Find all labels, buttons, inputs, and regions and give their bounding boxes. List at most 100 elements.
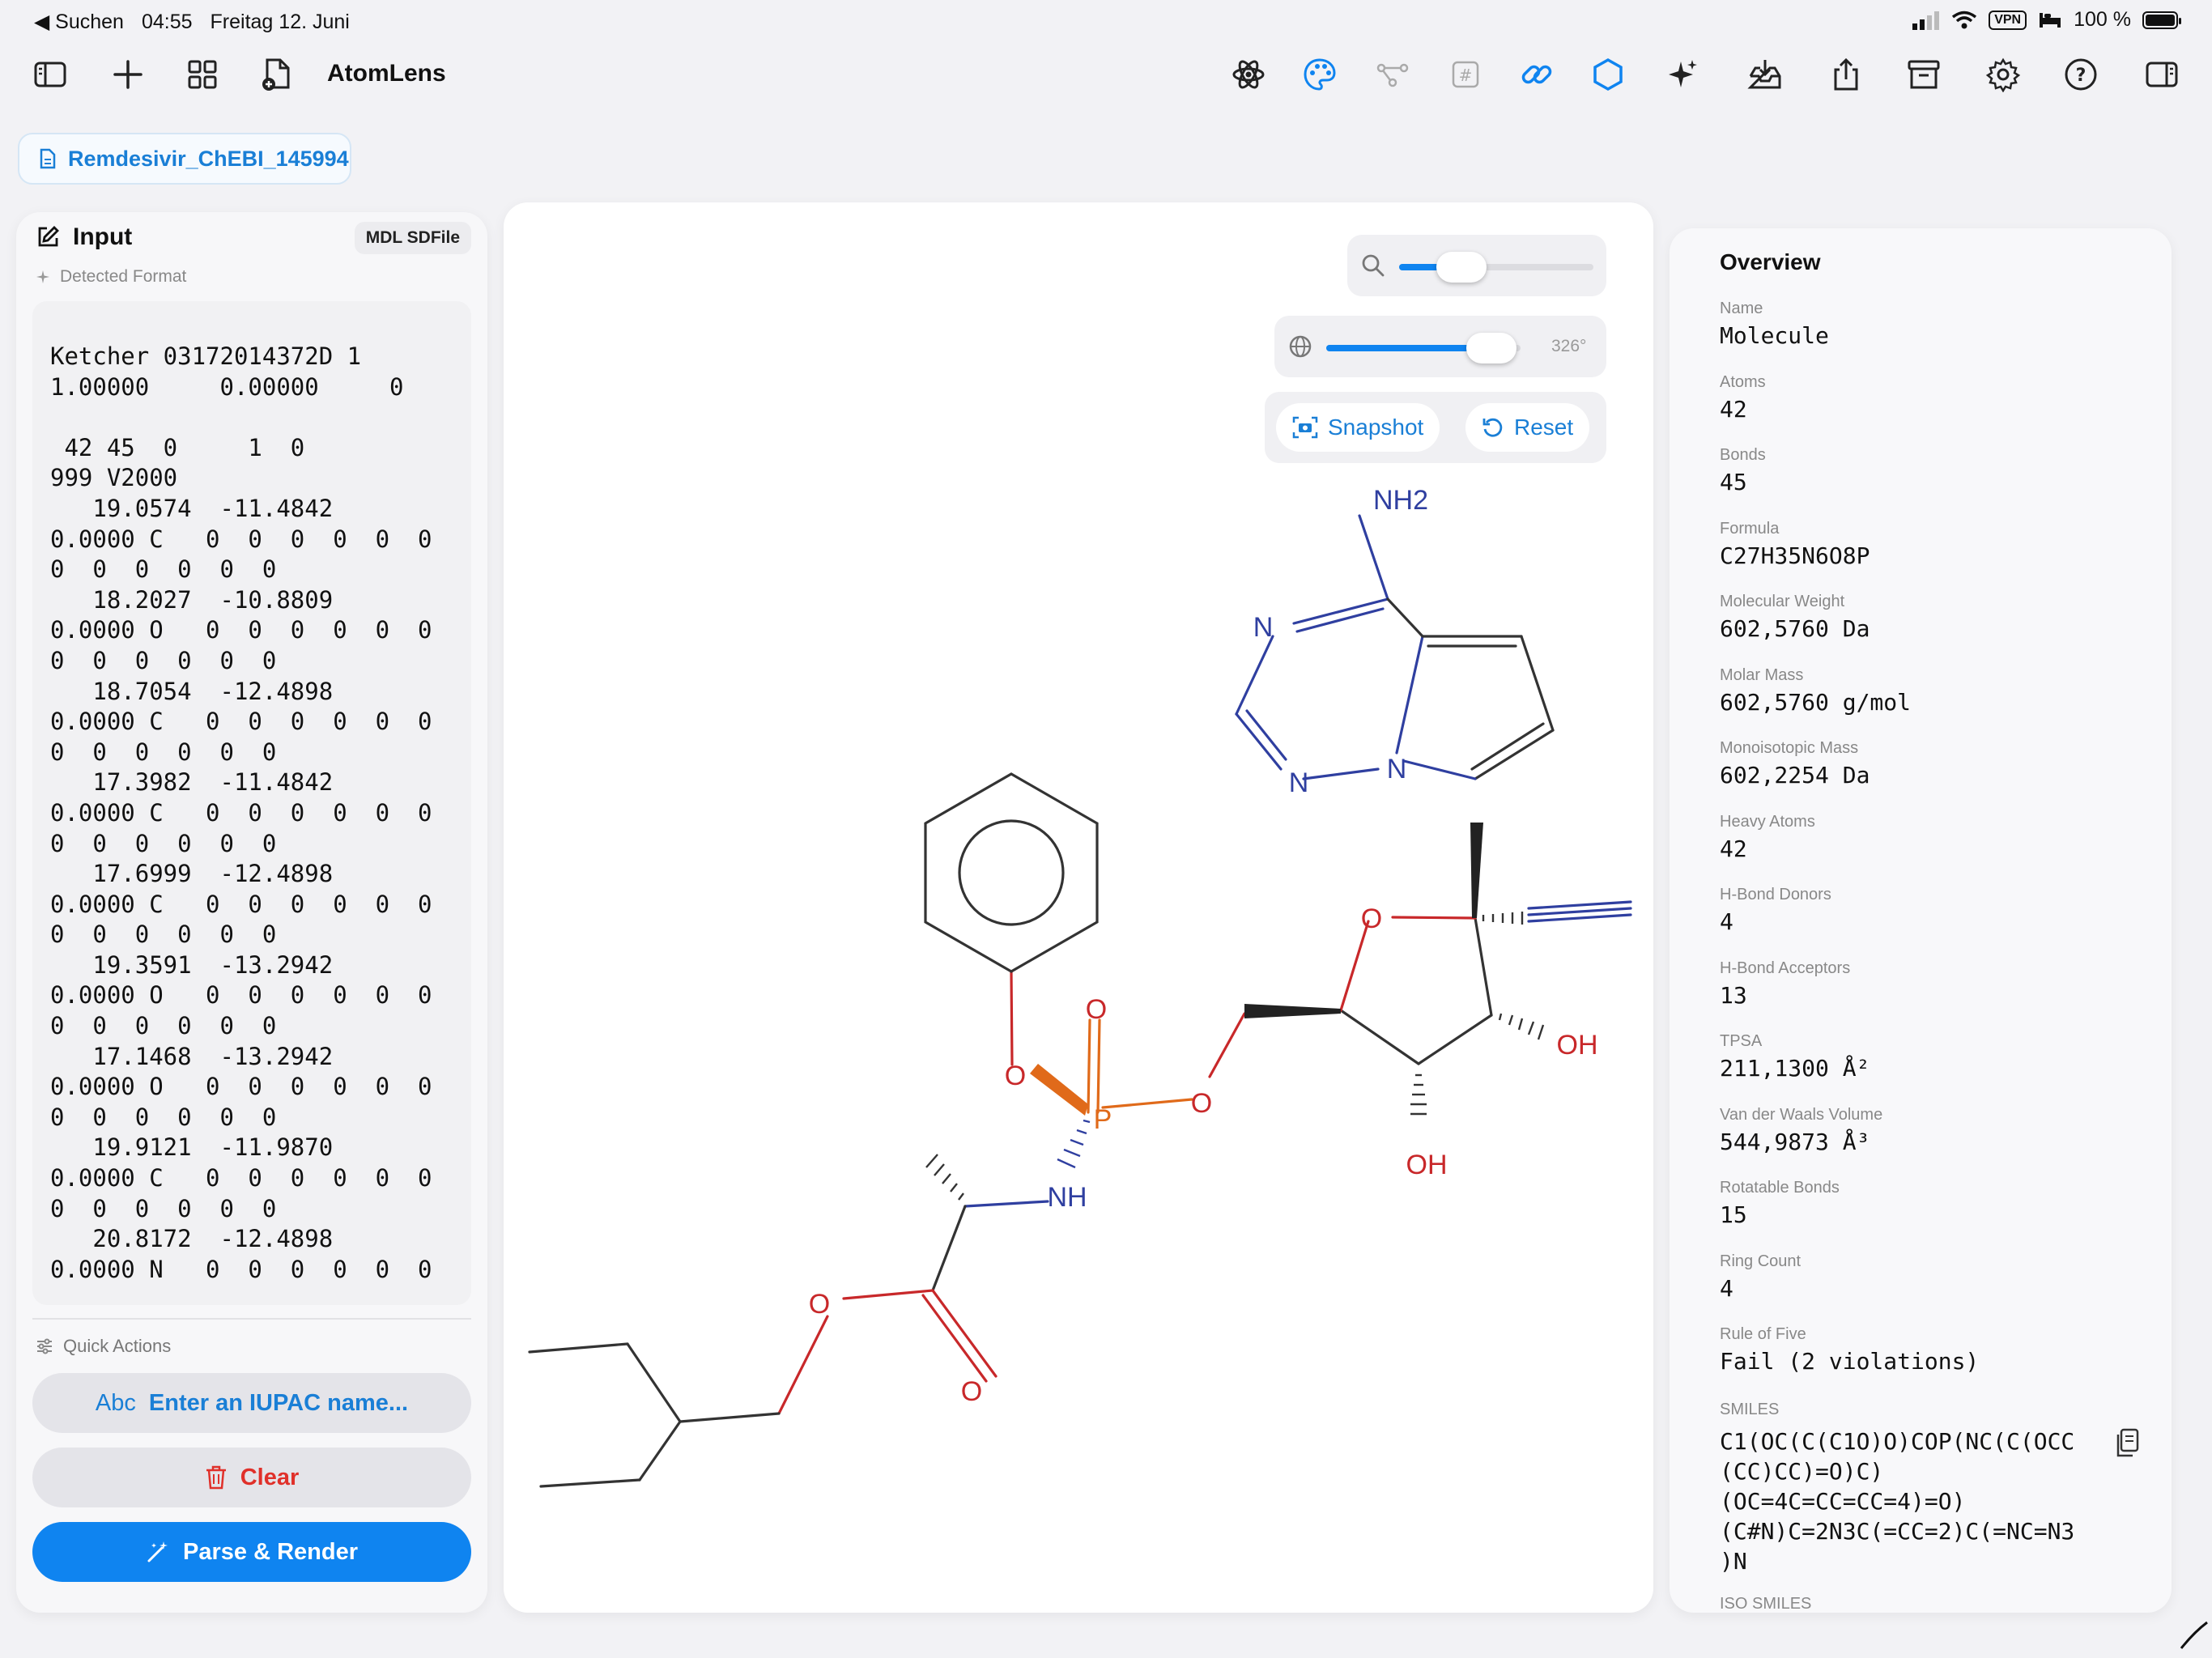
- svg-text:#: #: [1459, 66, 1473, 85]
- overview-item-value: 45: [1720, 469, 1747, 495]
- overview-item: Name Molecule: [1720, 300, 2141, 373]
- signal-icon: [1912, 11, 1940, 30]
- rotation-control: 326°: [1274, 316, 1606, 377]
- overview-item-label: Monoisotopic Mass: [1720, 739, 1859, 757]
- atom-o-link-label: O: [1191, 1088, 1212, 1119]
- document-name: Remdesivir_ChEBI_145994: [68, 146, 349, 171]
- zoom-slider-knob[interactable]: [1436, 252, 1487, 283]
- overview-item: Heavy Atoms 42: [1720, 813, 2141, 886]
- grid-icon[interactable]: [183, 55, 222, 94]
- iupac-name-input[interactable]: Abc Enter an IUPAC name...: [32, 1373, 471, 1433]
- iso-smiles-label: ISO SMILES: [1720, 1595, 1812, 1613]
- abc-icon: Abc: [95, 1389, 136, 1416]
- smiles-label: SMILES: [1720, 1401, 1780, 1418]
- overview-item-value: 602,5760 g/mol: [1720, 688, 1912, 716]
- overview-item-label: H-Bond Acceptors: [1720, 959, 1851, 977]
- overview-item: Monoisotopic Mass 602,2254 Da: [1720, 739, 2141, 813]
- reset-button[interactable]: Reset: [1465, 403, 1590, 452]
- toolbar: AtomLens # ?: [0, 45, 2212, 102]
- overview-item-label: Molar Mass: [1720, 665, 1804, 684]
- overview-item-value: 602,2254 Da: [1720, 762, 1870, 789]
- overview-item: TPSA 211,1300 Å²: [1720, 1032, 2141, 1106]
- overview-item-value: 15: [1720, 1201, 1747, 1228]
- overview-item-value: Fail (2 violations): [1720, 1348, 1980, 1375]
- status-time: 04:55: [141, 10, 193, 33]
- atom-o-ester-label: O: [809, 1289, 830, 1320]
- status-bar: ◀ Suchen 04:55 Freitag 12. Juni VPN 100 …: [0, 0, 2212, 42]
- snapshot-button[interactable]: Snapshot: [1276, 403, 1440, 452]
- atom-o-ring-label: O: [1361, 903, 1382, 934]
- smiles-value[interactable]: C1(OC(C(C1O)O)COP(NC(C(OCC (CC)CC)=O)C) …: [1720, 1426, 2108, 1576]
- atom-icon[interactable]: [1229, 55, 1268, 94]
- sidebar-right-icon[interactable]: [2142, 55, 2181, 94]
- share-icon[interactable]: [1827, 55, 1865, 94]
- camera-viewfinder-icon: [1292, 416, 1318, 439]
- clear-button[interactable]: Clear: [32, 1448, 471, 1507]
- overview-item-value: 211,1300 Å²: [1720, 1055, 1870, 1082]
- overview-item-value: 544,9873 Å³: [1720, 1128, 1870, 1155]
- parse-render-button[interactable]: Parse & Render: [32, 1522, 471, 1582]
- overview-title: Overview: [1720, 249, 1821, 274]
- rotation-degrees: 326°: [1551, 337, 1587, 355]
- atom-nh-label: NH: [1047, 1182, 1087, 1213]
- detected-format-text: Detected Format: [60, 267, 187, 286]
- new-document-icon[interactable]: [257, 55, 296, 94]
- rotation-slider-knob[interactable]: [1466, 333, 1516, 363]
- atom-n3-label: N: [1289, 767, 1309, 798]
- input-title: Input: [73, 223, 133, 250]
- clear-label: Clear: [240, 1464, 300, 1490]
- overview-item: Van der Waals Volume 544,9873 Å³: [1720, 1106, 2141, 1180]
- overview-item-label: Formula: [1720, 519, 1780, 538]
- overview-item: Ring Count 4: [1720, 1252, 2141, 1326]
- overview-panel: Overview Name Molecule Atoms 42 Bonds 45 Formu…: [1670, 228, 2172, 1613]
- resize-corner: [2180, 1621, 2208, 1649]
- hash-icon[interactable]: #: [1446, 55, 1485, 94]
- trash-icon: [206, 1465, 226, 1490]
- quick-actions-text: Quick Actions: [63, 1336, 172, 1356]
- reset-label: Reset: [1514, 414, 1574, 440]
- magic-wand-icon: [147, 1541, 168, 1562]
- overview-item-value: 602,5760 Da: [1720, 615, 1870, 642]
- overview-item-label: Van der Waals Volume: [1720, 1105, 1883, 1124]
- input-panel: Input MDL SDFile Detected Format Ketcher…: [16, 212, 487, 1613]
- zoom-control: [1347, 235, 1606, 296]
- overview-item-label: Atoms: [1720, 372, 1766, 391]
- back-to-search-link[interactable]: ◀ Suchen: [34, 10, 124, 34]
- overview-item-label: Bonds: [1720, 446, 1766, 464]
- palette-icon[interactable]: [1300, 55, 1339, 94]
- vpn-badge: VPN: [1989, 10, 2027, 30]
- sparkles-icon[interactable]: [1663, 55, 1702, 94]
- nodes-icon[interactable]: [1373, 55, 1412, 94]
- copy-icon[interactable]: [2113, 1426, 2142, 1459]
- atom-p-label: P: [1094, 1104, 1112, 1135]
- archive-icon[interactable]: [1904, 55, 1943, 94]
- overview-list: Name Molecule Atoms 42 Bonds 45 Formula C27H35N…: [1720, 300, 2141, 1399]
- overview-item-value: Molecule: [1720, 322, 1829, 349]
- overview-item-label: H-Bond Donors: [1720, 886, 1831, 903]
- overview-item-value: 4: [1720, 1274, 1733, 1302]
- overview-item: Rotatable Bonds 15: [1720, 1179, 2141, 1252]
- wifi-icon: [1952, 11, 1977, 28]
- tray-download-icon[interactable]: [1746, 55, 1784, 94]
- overview-item-label: Rule of Five: [1720, 1325, 1806, 1343]
- document-icon: [40, 148, 56, 169]
- link-icon[interactable]: [1517, 55, 1556, 94]
- battery-percent: 100 %: [2074, 8, 2131, 31]
- document-tab[interactable]: Remdesivir_ChEBI_145994: [18, 133, 351, 185]
- atom-o-double-label: O: [1086, 994, 1107, 1025]
- iupac-placeholder: Enter an IUPAC name...: [148, 1389, 409, 1416]
- plus-icon[interactable]: [108, 55, 147, 94]
- app-title: AtomLens: [327, 60, 446, 87]
- help-icon[interactable]: ?: [2061, 55, 2100, 94]
- edit-icon: [38, 226, 59, 247]
- overview-item-label: Heavy Atoms: [1720, 812, 1815, 831]
- battery-icon: [2142, 11, 2181, 29]
- molfile-text-editor[interactable]: Ketcher 03172014372D 1 1.00000 0.00000 0…: [32, 301, 471, 1305]
- detected-format-label: Detected Format: [36, 267, 186, 287]
- gear-icon[interactable]: [1984, 55, 2023, 94]
- sidebar-left-icon[interactable]: [31, 55, 70, 94]
- overview-item: Atoms 42: [1720, 373, 2141, 447]
- overview-item-value: 42: [1720, 395, 1747, 423]
- hexagon-icon[interactable]: [1589, 55, 1627, 94]
- atom-nh2-label: NH2: [1373, 485, 1428, 516]
